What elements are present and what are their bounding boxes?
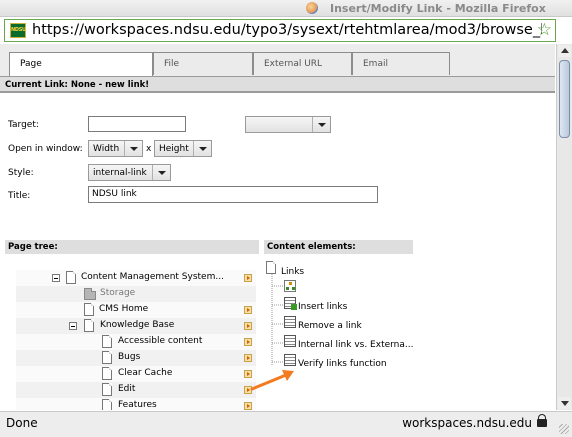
open-in-window-label: Open in window: xyxy=(8,144,83,154)
tree-row[interactable]: Edit xyxy=(16,382,256,398)
select-arrow-icon[interactable] xyxy=(244,306,252,314)
window-titlebar: Insert/Modify Link - Mozilla Firefox xyxy=(0,0,572,17)
tree-row[interactable]: CMS Home xyxy=(16,302,256,318)
firefox-icon xyxy=(306,2,318,14)
resize-grip-icon[interactable] xyxy=(559,424,569,434)
height-select[interactable]: Height xyxy=(154,140,212,157)
tree-item-label[interactable]: Edit xyxy=(118,384,135,394)
page-icon xyxy=(102,399,112,410)
page-icon xyxy=(102,351,112,364)
status-text: Done xyxy=(6,416,38,430)
url-text[interactable]: https://workspaces.ndsu.edu/typo3/sysext… xyxy=(32,22,542,38)
chevron-down-icon xyxy=(193,141,211,156)
sitemap-node xyxy=(286,287,289,290)
target-select[interactable] xyxy=(245,116,331,133)
tree-row[interactable]: Bugs xyxy=(16,350,256,366)
scroll-down-arrow-icon[interactable] xyxy=(558,397,571,409)
chevron-down-icon xyxy=(124,141,142,156)
tree-row[interactable]: Content Management System... xyxy=(16,270,256,286)
tree-item-label[interactable]: Clear Cache xyxy=(118,368,172,378)
sitemap-node xyxy=(289,282,292,285)
tree-row[interactable]: Storage xyxy=(16,286,256,302)
scroll-up-arrow-icon[interactable] xyxy=(558,45,571,57)
vertical-scrollbar[interactable] xyxy=(556,44,572,410)
page-icon xyxy=(84,319,94,332)
tree-item-label[interactable]: Content Management System... xyxy=(81,272,224,282)
page-icon xyxy=(66,271,76,284)
tree-item-label[interactable]: CMS Home xyxy=(99,304,148,314)
page-icon xyxy=(102,367,112,380)
tree-item-label[interactable]: Bugs xyxy=(118,352,140,362)
page-icon xyxy=(266,261,276,274)
select-arrow-icon[interactable] xyxy=(244,338,252,346)
height-select-value: Height xyxy=(159,144,189,154)
tab-label: Email xyxy=(363,59,388,69)
tree-row[interactable]: Clear Cache xyxy=(16,366,256,382)
tab-label: External URL xyxy=(264,59,323,69)
page-icon xyxy=(102,335,112,348)
tab-external-url[interactable]: External URL xyxy=(253,52,352,75)
select-arrow-icon[interactable] xyxy=(244,354,252,362)
content-element-label[interactable]: Remove a link xyxy=(298,321,362,331)
dialog-content: Page File External URL Email Current Lin… xyxy=(0,44,555,410)
page-tree-header: Page tree: xyxy=(5,240,259,254)
annotation-arrow xyxy=(250,370,294,391)
status-bar: Done workspaces.ndsu.edu xyxy=(0,411,572,437)
tab-file[interactable]: File xyxy=(153,52,253,75)
tree-row[interactable]: Knowledge Base xyxy=(16,318,256,334)
tree-item-label[interactable]: Accessible content xyxy=(118,336,202,346)
tree-item-label[interactable]: Knowledge Base xyxy=(100,320,174,330)
tree-row[interactable]: Accessible content xyxy=(16,334,256,350)
tab-label: Page xyxy=(20,59,42,69)
text-element-icon xyxy=(284,335,296,347)
target-input[interactable] xyxy=(88,116,186,132)
bookmark-star-icon[interactable]: ☆ xyxy=(537,20,552,40)
chevron-down-icon xyxy=(312,117,330,132)
select-arrow-icon[interactable] xyxy=(244,274,252,282)
title-label: Title: xyxy=(8,191,31,201)
tree-row[interactable]: Features xyxy=(16,398,256,410)
tab-label: File xyxy=(164,59,180,69)
sitemap-node xyxy=(292,287,295,290)
text-element-icon xyxy=(284,316,296,328)
content-element-label[interactable]: Verify links function xyxy=(298,359,387,369)
width-select-value: Width xyxy=(93,144,120,154)
sitemap-icon xyxy=(284,280,296,292)
style-label: Style: xyxy=(8,168,34,178)
style-select[interactable]: internal-link xyxy=(88,164,171,181)
new-badge-icon xyxy=(291,304,297,310)
collapse-icon[interactable] xyxy=(52,274,60,282)
page-icon xyxy=(102,383,112,396)
collapse-icon[interactable] xyxy=(69,322,77,330)
select-arrow-icon[interactable] xyxy=(244,402,252,410)
site-favicon-icon: NDSU xyxy=(10,23,26,38)
window-title: Insert/Modify Link - Mozilla Firefox xyxy=(330,2,546,15)
times-symbol: x xyxy=(146,144,152,154)
content-element-label[interactable]: Insert links xyxy=(298,302,347,312)
tree-item-label[interactable]: Storage xyxy=(100,288,135,298)
tab-page[interactable]: Page xyxy=(9,52,153,76)
scrollbar-thumb[interactable] xyxy=(559,60,570,138)
title-input[interactable]: NDSU link xyxy=(88,186,378,203)
width-select[interactable]: Width xyxy=(88,140,143,157)
select-arrow-icon[interactable] xyxy=(244,322,252,330)
folder-icon xyxy=(84,288,96,300)
lock-icon[interactable] xyxy=(537,414,547,427)
current-link-bar: Current Link: None - new link! xyxy=(0,76,555,93)
text-element-icon xyxy=(284,354,296,366)
content-element-label[interactable]: Internal link vs. Externa... xyxy=(298,340,413,350)
chevron-down-icon xyxy=(152,165,170,180)
url-bar[interactable]: NDSU https://workspaces.ndsu.edu/typo3/s… xyxy=(4,19,556,42)
target-label: Target: xyxy=(8,120,39,130)
tree-item-label[interactable]: Features xyxy=(118,400,157,410)
style-select-value: internal-link xyxy=(93,168,147,178)
content-elements-header: Content elements: xyxy=(264,240,413,254)
status-host: workspaces.ndsu.edu xyxy=(402,416,532,430)
tab-bar: Page File External URL Email xyxy=(0,44,555,76)
page-shortcut-icon xyxy=(84,303,94,316)
tab-email[interactable]: Email xyxy=(352,52,450,75)
